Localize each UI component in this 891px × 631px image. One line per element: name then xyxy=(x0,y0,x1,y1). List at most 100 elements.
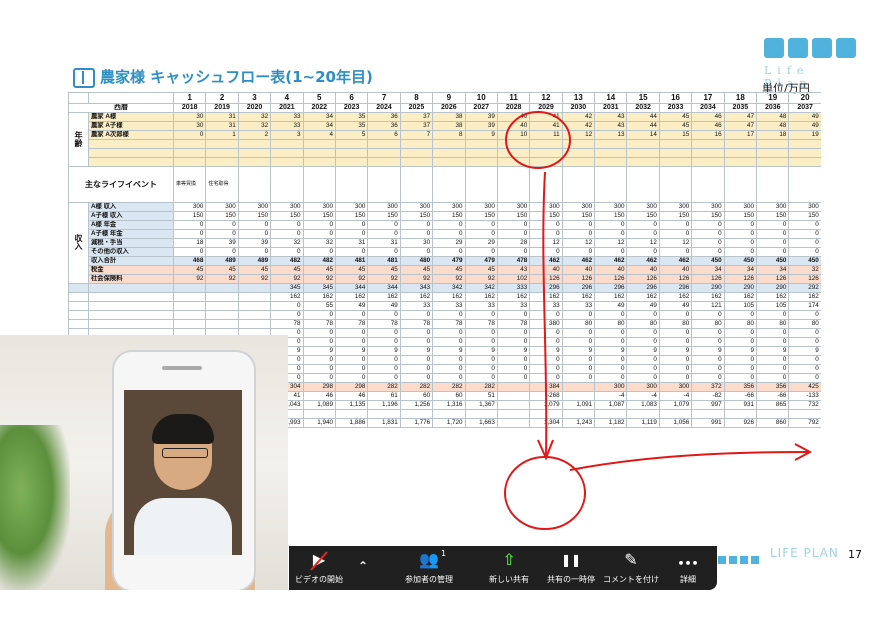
value-cell: 162 xyxy=(432,292,466,302)
header-year-number: 16 xyxy=(658,92,693,104)
value-cell: 0 xyxy=(691,337,725,347)
value-cell: 0 xyxy=(723,373,758,383)
value-cell: 9 xyxy=(691,346,725,356)
start-video-button[interactable]: ▶ ビデオの開始 xyxy=(289,546,349,590)
value-cell: 33 xyxy=(464,301,498,311)
value-cell: 0 xyxy=(756,247,790,257)
value-cell: 1,886 xyxy=(334,418,369,428)
age-row-empty xyxy=(69,157,821,167)
value-cell: 126 xyxy=(529,274,563,284)
value-cell: 300 xyxy=(464,202,498,212)
value-cell: 150 xyxy=(399,211,434,221)
manage-participants-button[interactable]: 👥 1 参加者の管理 xyxy=(389,546,469,590)
value-cell: 342 xyxy=(432,283,466,293)
age-cell xyxy=(334,139,369,149)
value-cell: 300 xyxy=(658,202,693,212)
value-cell xyxy=(561,409,596,419)
value-cell: 0 xyxy=(691,355,725,365)
age-cell: 11 xyxy=(529,130,563,140)
value-cell: 479 xyxy=(464,256,498,266)
value-cell: 300 xyxy=(205,202,239,212)
income-total-row: 収入合計 468 489 489 482 482 481 481 480 479 479 478 462… xyxy=(69,256,821,266)
age-cell: 35 xyxy=(334,112,369,122)
value-cell: 1,079 xyxy=(658,400,693,410)
row-label: A様 年金 xyxy=(88,220,174,230)
value-cell: 162 xyxy=(529,292,563,302)
new-share-button[interactable]: ⇧ 新しい共有 xyxy=(479,546,539,590)
house-icon xyxy=(764,38,784,58)
value-cell: 1,776 xyxy=(399,418,434,428)
value-cell: 0 xyxy=(658,247,693,257)
header-year: 2028 xyxy=(496,103,531,113)
age-cell: 42 xyxy=(561,121,596,131)
expense-row: 78 78 78 78 78 78 78 78 380 80 80 80 80 80 80 80 80 xyxy=(68,319,821,329)
age-cell xyxy=(237,157,272,167)
age-cell xyxy=(788,148,821,158)
footer-brand: LIFE PLAN xyxy=(770,546,839,560)
more-button[interactable]: ••• 詳細 xyxy=(665,546,711,590)
value-cell: 31 xyxy=(334,238,369,248)
age-cell xyxy=(399,157,434,167)
value-cell: 0 xyxy=(334,364,369,374)
video-options-button[interactable]: ⌃ xyxy=(351,546,375,590)
value-cell xyxy=(205,319,239,329)
value-cell: 1,831 xyxy=(367,418,401,428)
pause-share-button[interactable]: ❚❚ 共有の一時停 xyxy=(541,546,601,590)
value-cell: 296 xyxy=(561,283,596,293)
row-group xyxy=(68,310,89,320)
value-cell: 0 xyxy=(302,337,336,347)
value-cell: 489 xyxy=(205,256,239,266)
value-cell: 997 xyxy=(691,400,725,410)
value-cell: 0 xyxy=(496,337,531,347)
income-row: A子様 年金 0 0 0 0 0 0 0 0 0 0 0 0 0 0 0 0 0 0 0 0 xyxy=(69,229,821,239)
value-cell: 150 xyxy=(723,211,758,221)
value-cell: 0 xyxy=(723,355,758,365)
social-insurance-row: 社会保険料 92 92 92 92 92 92 92 92 92 92 102 126 126 126 126… xyxy=(69,274,821,284)
value-cell: 49 xyxy=(594,301,628,311)
value-cell: 9 xyxy=(302,346,336,356)
age-cell: 34 xyxy=(302,112,336,122)
value-cell: 78 xyxy=(302,319,336,329)
value-cell: 0 xyxy=(302,229,336,239)
header-year-number: 13 xyxy=(561,92,596,104)
value-cell: 150 xyxy=(788,211,821,221)
value-cell xyxy=(756,409,790,419)
person-shirt xyxy=(134,498,232,555)
value-cell: 1,720 xyxy=(432,418,466,428)
value-cell: 80 xyxy=(658,319,693,329)
value-cell: 0 xyxy=(367,229,401,239)
value-cell: 300 xyxy=(594,202,628,212)
header-year: 2037 xyxy=(788,103,821,113)
age-cell: 14 xyxy=(626,130,660,140)
plant xyxy=(0,425,70,590)
value-cell: 51 xyxy=(464,391,498,401)
value-cell: 0 xyxy=(302,373,336,383)
expense-row: 0 55 49 49 33 33 33 33 33 33 49 49 49 121 105 105 174 xyxy=(68,301,821,311)
life-event-cell xyxy=(594,166,628,203)
value-cell: 1,663 xyxy=(464,418,498,428)
value-cell: 126 xyxy=(691,274,725,284)
value-cell: 46 xyxy=(302,391,336,401)
value-cell: 0 xyxy=(658,310,693,320)
value-cell xyxy=(496,391,531,401)
value-cell xyxy=(172,310,207,320)
value-cell: 92 xyxy=(205,274,239,284)
value-cell: 296 xyxy=(529,283,563,293)
header-year-number: 20 xyxy=(788,92,821,104)
value-cell: 0 xyxy=(756,337,790,347)
value-cell: 0 xyxy=(399,310,434,320)
annotate-button[interactable]: ✎ コメントを付け xyxy=(599,546,663,590)
value-cell: 150 xyxy=(205,211,239,221)
value-cell: 1,056 xyxy=(658,418,693,428)
age-cell xyxy=(464,139,498,149)
row-label xyxy=(88,148,174,158)
age-cell: 47 xyxy=(723,121,758,131)
header-year: 2032 xyxy=(626,103,660,113)
value-cell: 34 xyxy=(691,265,725,275)
value-cell: 0 xyxy=(334,247,369,257)
value-cell: 1,182 xyxy=(594,418,628,428)
value-cell: 102 xyxy=(496,274,531,284)
value-cell: 0 xyxy=(399,247,434,257)
value-cell: 462 xyxy=(658,256,693,266)
value-cell: 450 xyxy=(723,256,758,266)
